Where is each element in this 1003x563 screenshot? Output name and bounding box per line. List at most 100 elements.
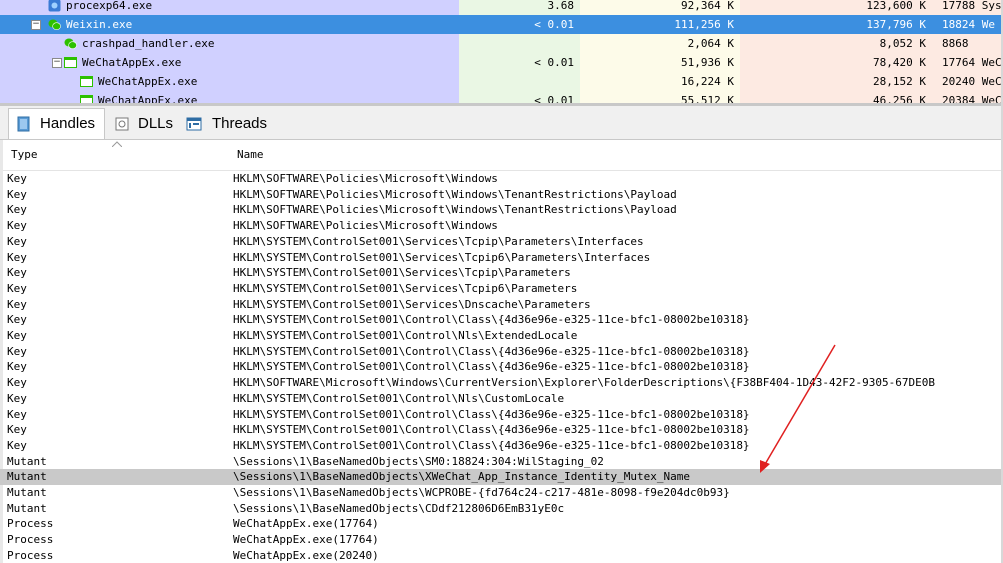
handle-type: Process: [7, 517, 54, 531]
handle-row[interactable]: Key HKLM\SYSTEM\ControlSet001\Control\Cl…: [0, 422, 1003, 438]
handle-type: Key: [7, 203, 27, 217]
lower-pane-tabs: Handles DLLs Threads: [0, 106, 1003, 140]
working-set-cell: 28,152 K: [740, 72, 932, 91]
handle-name: HKLM\SYSTEM\ControlSet001\Services\Tcpip…: [233, 250, 651, 264]
handle-type: Key: [7, 360, 27, 374]
cpu-cell: < 0.01: [459, 53, 580, 72]
handle-row[interactable]: Key HKLM\SYSTEM\ControlSet001\Services\D…: [0, 297, 1003, 313]
handle-type: Key: [7, 407, 27, 421]
collapse-icon[interactable]: −: [52, 58, 62, 68]
handle-row[interactable]: Key HKLM\SYSTEM\ControlSet001\Services\T…: [0, 250, 1003, 266]
process-name-cell[interactable]: − WeChatAppEx.exe: [0, 53, 459, 72]
process-name-cell[interactable]: WeChatAppEx.exe: [0, 91, 459, 103]
handle-name: HKLM\SYSTEM\ControlSet001\Control\Nls\Cu…: [233, 391, 565, 405]
handle-type: Key: [7, 438, 27, 452]
handle-name: WeChatAppEx.exe(17764): [233, 533, 379, 547]
handle-name: WeChatAppEx.exe(20240): [233, 548, 379, 562]
handle-name: HKLM\SOFTWARE\Policies\Microsoft\Windows…: [233, 187, 677, 201]
working-set-cell: 46,256 K: [740, 91, 932, 103]
pid-cell: 20240 WeC: [932, 72, 1003, 91]
handle-name: HKLM\SOFTWARE\Policies\Microsoft\Windows…: [233, 203, 677, 217]
pid-cell: 20384 WeC: [932, 91, 1003, 103]
handle-type: Key: [7, 423, 27, 437]
tab-threads-label: Threads: [212, 115, 268, 132]
handle-name: HKLM\SYSTEM\ControlSet001\Control\Class\…: [233, 313, 750, 327]
handle-row[interactable]: Mutant \Sessions\1\BaseNamedObjects\SM0:…: [0, 454, 1003, 470]
working-set-cell: 137,796 K: [740, 15, 932, 34]
handle-row[interactable]: Key HKLM\SYSTEM\ControlSet001\Services\T…: [0, 265, 1003, 281]
handle-name: \Sessions\1\BaseNamedObjects\SM0:18824:3…: [233, 454, 604, 468]
handle-name: HKLM\SYSTEM\ControlSet001\Services\Tcpip…: [233, 266, 571, 280]
handle-row[interactable]: Process WeChatAppEx.exe(17764): [0, 532, 1003, 548]
process-row[interactable]: crashpad_handler.exe 2,064 K 8,052 K 886…: [0, 34, 1003, 53]
handle-row[interactable]: Key HKLM\SOFTWARE\Policies\Microsoft\Win…: [0, 218, 1003, 234]
handle-row[interactable]: Key HKLM\SYSTEM\ControlSet001\Control\Cl…: [0, 312, 1003, 328]
process-row[interactable]: procexp64.exe 3.68 92,364 K 123,600 K 17…: [0, 0, 1003, 15]
private-bytes-cell: 51,936 K: [580, 53, 740, 72]
handle-name: HKLM\SYSTEM\ControlSet001\Services\Tcpip…: [233, 281, 578, 295]
handle-row[interactable]: Key HKLM\SYSTEM\ControlSet001\Services\T…: [0, 281, 1003, 297]
cpu-cell: < 0.01: [459, 91, 580, 103]
private-bytes-cell: 111,256 K: [580, 15, 740, 34]
handles-header: Type Name: [0, 140, 1003, 171]
column-header-name[interactable]: Name: [237, 148, 264, 161]
tab-handles[interactable]: Handles: [8, 108, 105, 139]
handle-row[interactable]: Mutant \Sessions\1\BaseNamedObjects\CDdf…: [0, 501, 1003, 517]
handle-type: Key: [7, 297, 27, 311]
handle-type: Process: [7, 533, 54, 547]
handle-row[interactable]: Process WeChatAppEx.exe(17764): [0, 516, 1003, 532]
working-set-cell: 123,600 K: [740, 0, 932, 15]
handle-row[interactable]: Key HKLM\SOFTWARE\Microsoft\Windows\Curr…: [0, 375, 1003, 391]
window-icon: [80, 75, 93, 88]
handle-type: Mutant: [7, 486, 47, 499]
handle-row[interactable]: Key HKLM\SOFTWARE\Policies\Microsoft\Win…: [0, 171, 1003, 187]
handle-row[interactable]: Key HKLM\SYSTEM\ControlSet001\Control\Cl…: [0, 407, 1003, 423]
handle-name: HKLM\SYSTEM\ControlSet001\Control\Class\…: [233, 344, 750, 358]
handle-row[interactable]: Key HKLM\SYSTEM\ControlSet001\Services\T…: [0, 234, 1003, 250]
process-name-cell[interactable]: procexp64.exe: [0, 0, 459, 15]
handle-type: Key: [7, 172, 27, 185]
tab-dlls[interactable]: DLLs: [110, 109, 178, 138]
handle-name: HKLM\SOFTWARE\Microsoft\Windows\CurrentV…: [233, 376, 935, 390]
pid-cell: 17788 Sys: [932, 0, 1003, 15]
pid-cell: 17764 WeC: [932, 53, 1003, 72]
procexp-icon: [48, 0, 61, 12]
tab-dlls-label: DLLs: [138, 115, 174, 132]
window-icon: [80, 94, 93, 103]
handle-name: HKLM\SYSTEM\ControlSet001\Services\Dnsca…: [233, 297, 591, 311]
handle-row[interactable]: Key HKLM\SOFTWARE\Policies\Microsoft\Win…: [0, 187, 1003, 203]
handle-row[interactable]: Key HKLM\SOFTWARE\Policies\Microsoft\Win…: [0, 202, 1003, 218]
handle-row[interactable]: Key HKLM\SYSTEM\ControlSet001\Control\Cl…: [0, 344, 1003, 360]
process-tree[interactable]: procexp64.exe 3.68 92,364 K 123,600 K 17…: [0, 0, 1003, 103]
handle-type: Process: [7, 548, 54, 562]
handle-name: HKLM\SYSTEM\ControlSet001\Control\Class\…: [233, 438, 750, 452]
working-set-cell: 8,052 K: [740, 34, 932, 53]
column-header-type[interactable]: Type: [11, 148, 38, 161]
tab-threads[interactable]: Threads: [180, 109, 274, 138]
handle-name: HKLM\SYSTEM\ControlSet001\Services\Tcpip…: [233, 234, 644, 248]
handle-row[interactable]: Key HKLM\SYSTEM\ControlSet001\Control\Cl…: [0, 359, 1003, 375]
handle-row[interactable]: Mutant \Sessions\1\BaseNamedObjects\WCPR…: [0, 485, 1003, 501]
cpu-cell: < 0.01: [459, 15, 580, 34]
handles-list[interactable]: Key HKLM\SOFTWARE\Policies\Microsoft\Win…: [0, 171, 1003, 563]
collapse-icon[interactable]: −: [31, 20, 41, 30]
handle-row[interactable]: Key HKLM\SYSTEM\ControlSet001\Control\Cl…: [0, 438, 1003, 454]
handle-row[interactable]: Mutant \Sessions\1\BaseNamedObjects\XWeC…: [0, 469, 1003, 485]
handle-name: HKLM\SYSTEM\ControlSet001\Control\Nls\Ex…: [233, 329, 578, 342]
handle-type: Key: [7, 266, 27, 280]
process-row[interactable]: − Weixin.exe < 0.01 111,256 K 137,796 K …: [0, 15, 1003, 34]
process-name-cell[interactable]: crashpad_handler.exe: [0, 34, 459, 53]
process-row[interactable]: − WeChatAppEx.exe < 0.01 51,936 K 78,420…: [0, 53, 1003, 72]
handle-row[interactable]: Process WeChatAppEx.exe(20240): [0, 548, 1003, 563]
private-bytes-cell: 2,064 K: [580, 34, 740, 53]
handle-type: Key: [7, 329, 27, 342]
process-row[interactable]: WeChatAppEx.exe 16,224 K 28,152 K 20240 …: [0, 72, 1003, 91]
handle-row[interactable]: Key HKLM\SYSTEM\ControlSet001\Control\Nl…: [0, 391, 1003, 407]
handle-row[interactable]: Key HKLM\SYSTEM\ControlSet001\Control\Nl…: [0, 328, 1003, 344]
handle-type: Key: [7, 234, 27, 248]
pid-cell: 18824 We: [932, 15, 1003, 34]
process-row[interactable]: WeChatAppEx.exe < 0.01 55,512 K 46,256 K…: [0, 91, 1003, 103]
process-name-cell[interactable]: − Weixin.exe: [0, 15, 459, 34]
process-name-cell[interactable]: WeChatAppEx.exe: [0, 72, 459, 91]
handle-type: Key: [7, 219, 27, 233]
